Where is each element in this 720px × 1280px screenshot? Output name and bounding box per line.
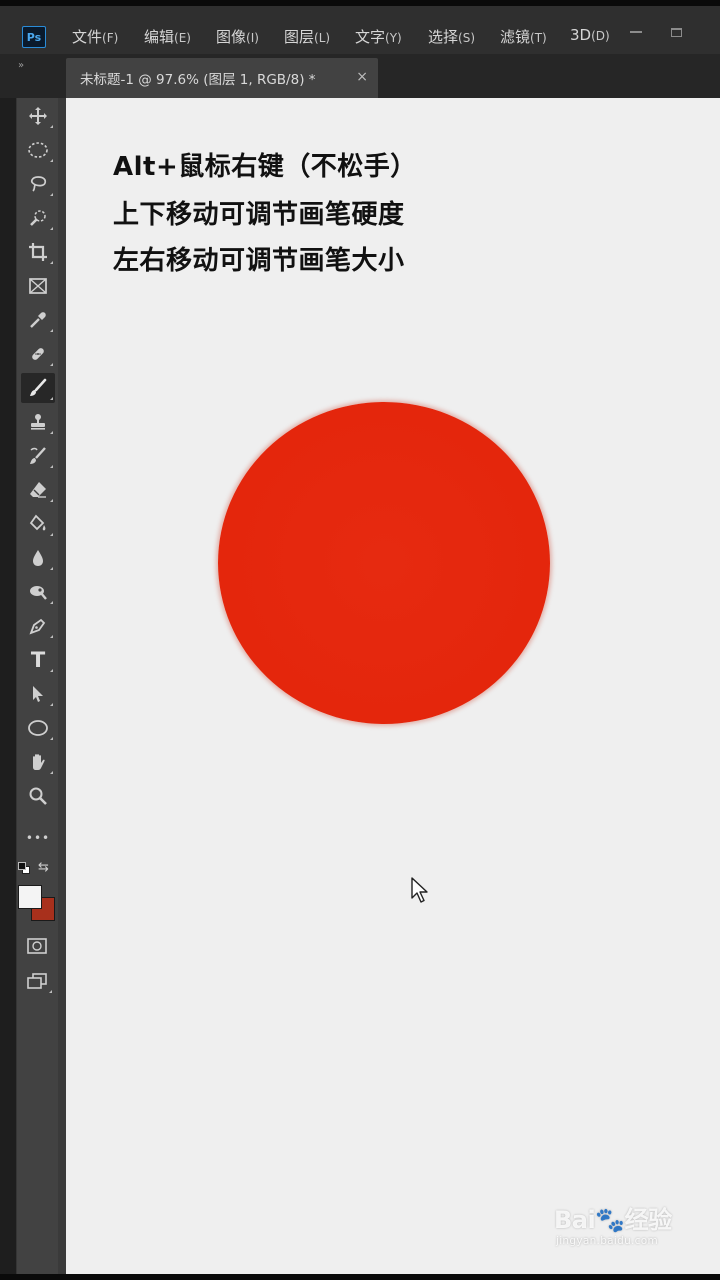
ellipse-shape-icon	[28, 720, 48, 736]
menu-type[interactable]: 文字(Y)	[355, 26, 402, 47]
mouse-pointer-icon	[411, 877, 428, 903]
menu-image[interactable]: 图像(I)	[216, 26, 259, 47]
zoom-tool[interactable]	[21, 781, 55, 811]
toolbar-edge	[0, 98, 16, 1276]
more-tools-icon: •••	[25, 831, 51, 845]
healing-brush-tool[interactable]	[21, 339, 55, 369]
instruction-line-3: 左右移动可调节画笔大小	[113, 246, 405, 276]
window-minimize-button[interactable]	[622, 20, 650, 44]
brush-tool[interactable]	[21, 373, 55, 403]
window-bottom-border	[0, 1274, 720, 1280]
hand-tool[interactable]	[21, 747, 55, 777]
foreground-color-swatch[interactable]	[18, 885, 42, 909]
eraser-tool[interactable]	[21, 475, 55, 505]
eyedropper-icon	[30, 312, 46, 328]
quick-mask-button[interactable]	[20, 931, 54, 961]
dodge-icon	[30, 586, 47, 600]
path-selection-icon	[33, 686, 43, 702]
paint-bucket-icon	[29, 514, 46, 531]
default-colors-icon[interactable]	[18, 862, 32, 876]
path-selection-tool[interactable]	[21, 679, 55, 709]
menu-edit[interactable]: 编辑(E)	[144, 26, 191, 47]
tools-panel: T •••	[16, 98, 58, 1276]
brush-icon	[30, 378, 47, 396]
history-brush-tool[interactable]	[21, 441, 55, 471]
panel-collapse-icon[interactable]: »	[18, 60, 24, 71]
eyedropper-tool[interactable]	[21, 305, 55, 335]
pen-icon	[29, 618, 46, 635]
quick-selection-icon	[30, 210, 46, 226]
move-tool[interactable]	[21, 101, 55, 131]
swap-colors-icon[interactable]: ⇆	[38, 860, 49, 875]
minimize-icon	[630, 31, 642, 33]
shape-tool[interactable]	[21, 713, 55, 743]
instruction-line-1: Alt+鼠标右键（不松手）	[113, 152, 417, 182]
maximize-icon	[670, 27, 682, 37]
document-tab-title: 未标题-1 @ 97.6% (图层 1, RGB/8) *	[80, 72, 316, 88]
brush-cursor-preview	[218, 402, 550, 724]
history-brush-icon	[30, 447, 46, 464]
menu-layer[interactable]: 图层(L)	[284, 26, 330, 47]
dodge-tool[interactable]	[21, 577, 55, 607]
move-icon	[29, 107, 47, 125]
clone-stamp-tool[interactable]	[21, 407, 55, 437]
crop-tool[interactable]	[21, 237, 55, 267]
zoom-icon	[29, 787, 47, 805]
menu-filter[interactable]: 滤镜(T)	[500, 26, 547, 47]
menu-3d[interactable]: 3D(D)	[570, 26, 610, 44]
document-tab[interactable]: 未标题-1 @ 97.6% (图层 1, RGB/8) * ×	[66, 58, 378, 98]
baidu-watermark: Bai🐾经验 jingyan.baidu.com	[554, 1200, 672, 1247]
frame-icon	[29, 278, 47, 294]
quick-selection-tool[interactable]	[21, 203, 55, 233]
window-maximize-button[interactable]	[662, 20, 690, 44]
clone-stamp-icon	[31, 414, 45, 430]
lasso-icon	[30, 176, 47, 192]
menu-file[interactable]: 文件(F)	[72, 26, 118, 47]
menu-select[interactable]: 选择(S)	[428, 26, 475, 47]
close-tab-button[interactable]: ×	[356, 69, 368, 85]
pen-tool[interactable]	[21, 611, 55, 641]
hand-icon	[33, 754, 45, 770]
edit-toolbar-button[interactable]: •••	[21, 823, 55, 853]
blur-tool[interactable]	[21, 543, 55, 573]
type-tool[interactable]: T	[21, 645, 55, 675]
frame-tool[interactable]	[21, 271, 55, 301]
menu-bar: Ps 文件(F) 编辑(E) 图像(I) 图层(L) 文字(Y) 选择(S) 滤…	[0, 6, 720, 54]
healing-brush-icon	[32, 348, 44, 360]
paint-bucket-tool[interactable]	[21, 509, 55, 539]
elliptical-marquee-icon	[28, 142, 48, 158]
blur-icon	[33, 550, 43, 566]
photoshop-logo-icon[interactable]: Ps	[22, 26, 46, 48]
marquee-tool[interactable]	[21, 135, 55, 165]
type-icon: T	[30, 648, 46, 672]
quick-mask-icon	[27, 938, 47, 954]
crop-icon	[29, 243, 47, 261]
watermark-url: jingyan.baidu.com	[556, 1235, 658, 1247]
instruction-line-2: 上下移动可调节画笔硬度	[113, 200, 405, 230]
lasso-tool[interactable]	[21, 169, 55, 199]
screen-mode-icon	[27, 973, 47, 989]
watermark-logo: Bai🐾经验	[554, 1206, 672, 1234]
eraser-icon	[30, 482, 46, 498]
screen-mode-button[interactable]	[20, 966, 54, 996]
